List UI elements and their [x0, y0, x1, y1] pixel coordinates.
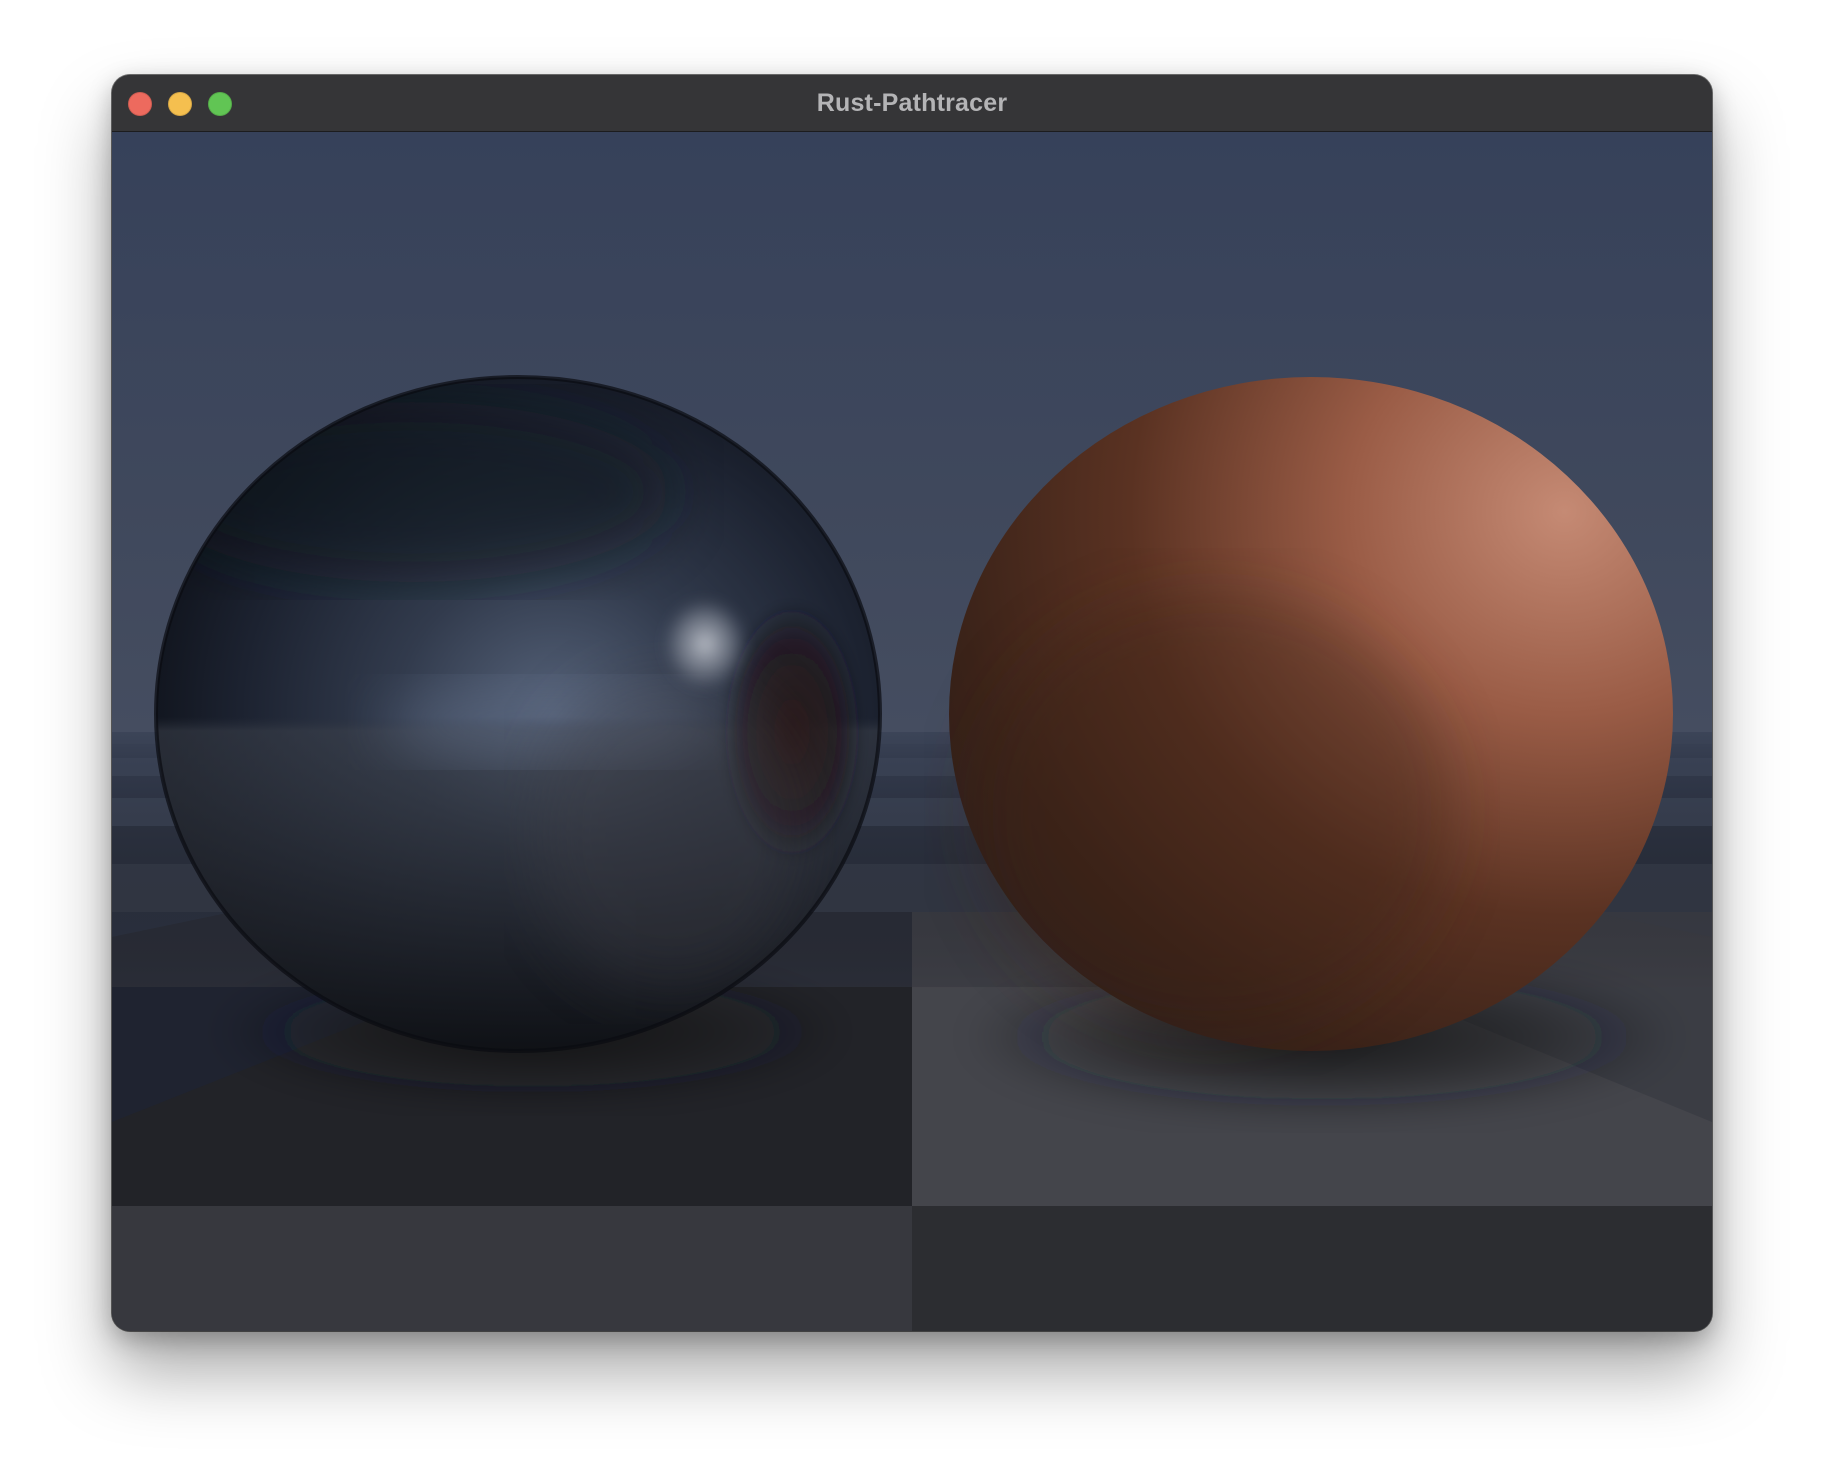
app-window: Rust-Pathtracer	[112, 75, 1712, 1331]
render-viewport	[112, 132, 1712, 1331]
rendered-scene	[112, 132, 1712, 1331]
window-title: Rust-Pathtracer	[816, 89, 1008, 117]
diffuse-sphere	[949, 377, 1673, 1051]
specular-highlight	[661, 596, 749, 692]
title-bar[interactable]: Rust-Pathtracer	[112, 75, 1712, 132]
